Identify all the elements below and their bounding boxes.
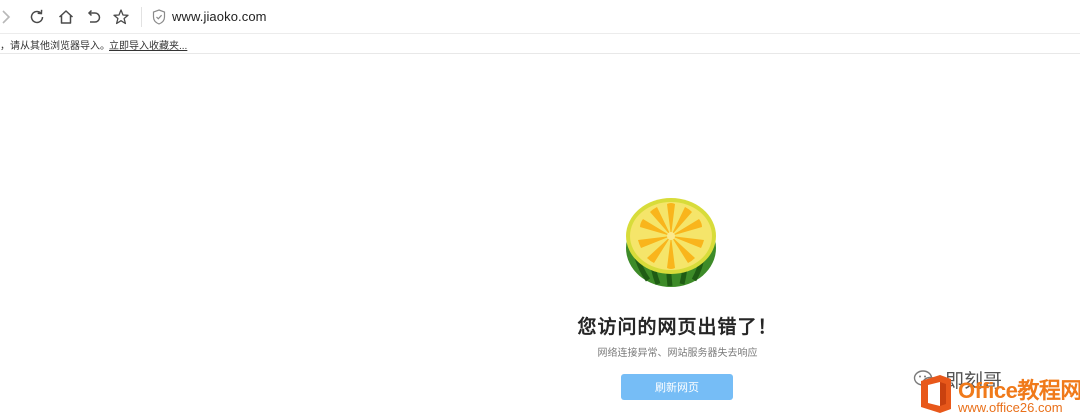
undo-icon [87, 9, 101, 23]
star-icon [113, 9, 129, 25]
fruit-icon [626, 198, 716, 287]
home-button[interactable] [54, 5, 78, 29]
toolbar-divider [141, 7, 142, 27]
refresh-page-button[interactable]: 刷新网页 [621, 374, 733, 400]
office-site-url: www.office26.com [958, 400, 1063, 415]
import-prompt-text: ，请从其他浏览器导入。 [0, 41, 110, 52]
favorite-button[interactable] [109, 5, 133, 29]
shield-icon[interactable] [152, 9, 166, 25]
error-title: 您访问的网页出错了！ [577, 317, 778, 338]
undo-close-tab-button[interactable] [82, 5, 106, 29]
forward-button[interactable] [0, 5, 18, 29]
reload-button[interactable] [25, 5, 49, 29]
import-bookmarks-link[interactable]: 立即导入收藏夹... [109, 37, 187, 52]
home-icon [58, 10, 74, 24]
office-logo-icon [921, 375, 951, 413]
error-subtitle: 网络连接异常、网站服务器失去响应 [597, 348, 758, 359]
reload-icon [30, 9, 44, 24]
bookmark-bar: ，请从其他浏览器导入。 立即导入收藏夹... [0, 34, 1080, 54]
forward-icon [2, 10, 11, 24]
office-watermark: Office教程网 www.office26.com [918, 372, 1080, 420]
browser-toolbar: www.jiaoko.com [0, 0, 1080, 34]
address-bar[interactable]: www.jiaoko.com [172, 9, 267, 24]
